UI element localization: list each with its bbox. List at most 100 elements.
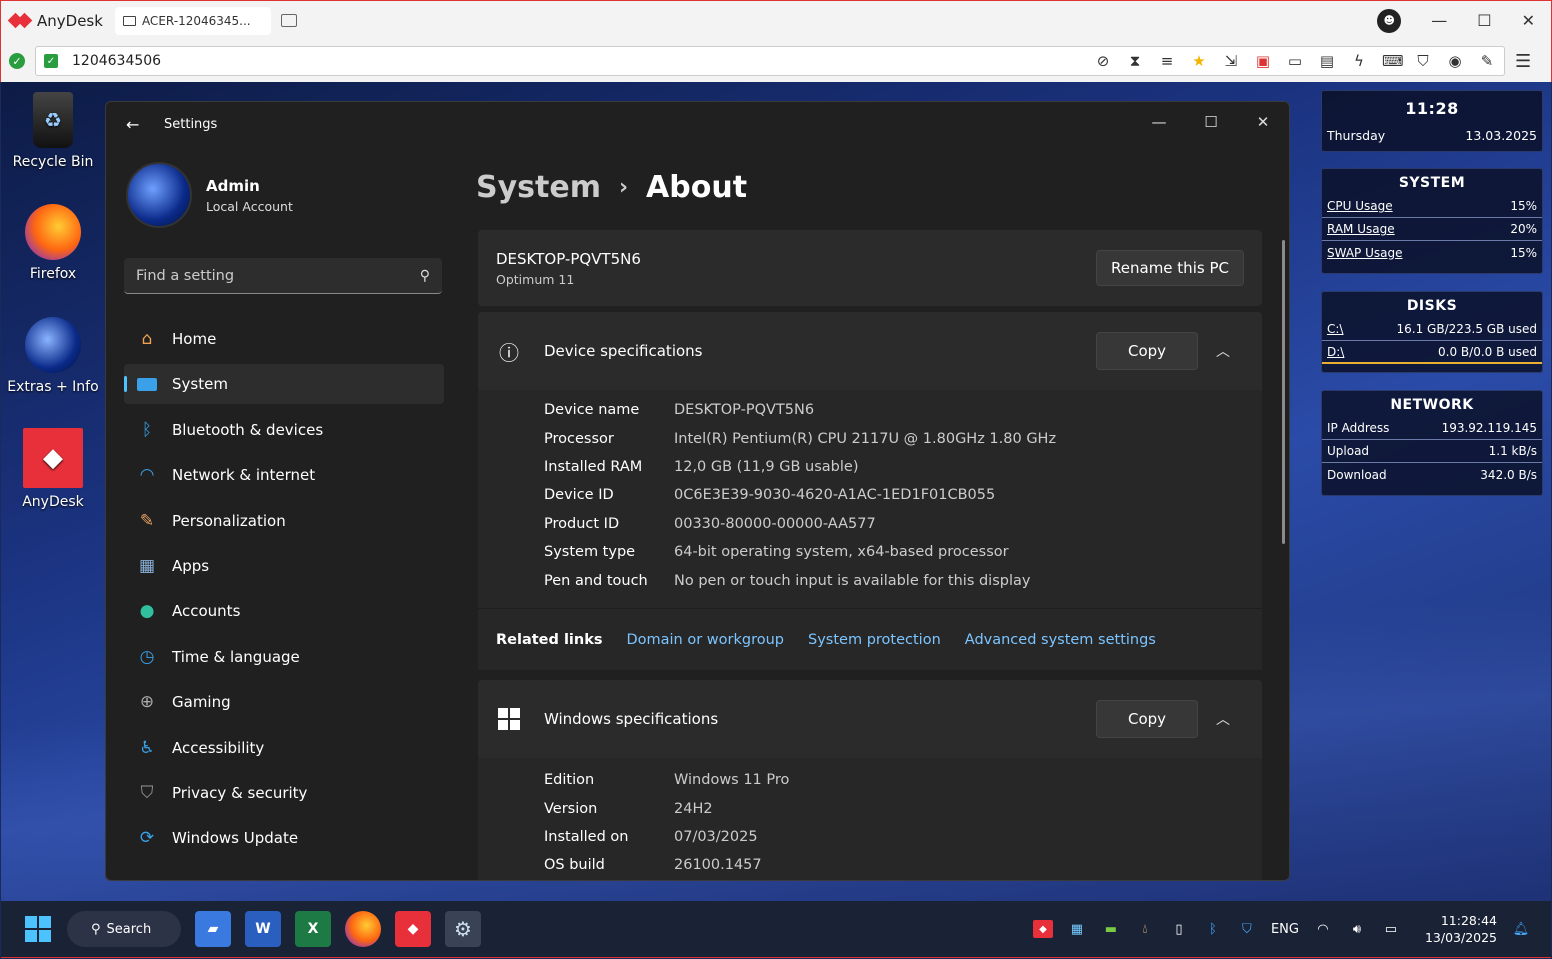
user-profile[interactable]: Admin Local Account: [126, 162, 444, 228]
windows-orb-icon: [25, 317, 81, 373]
sidebar-item-time-language[interactable]: ◷ Time & language: [124, 637, 444, 677]
breadcrumb-parent[interactable]: System: [476, 170, 601, 205]
star-icon[interactable]: ★: [1190, 52, 1208, 70]
sidebar-item-accounts[interactable]: ● Accounts: [124, 591, 444, 631]
sidebar-item-label: Windows Update: [172, 829, 299, 848]
sidebar-item-gaming[interactable]: ⊕ Gaming: [124, 682, 444, 722]
sidebar-item-label: System: [172, 375, 228, 394]
record-icon[interactable]: ◉: [1446, 52, 1464, 70]
address-bar[interactable]: ✓ 1204634506 ⊘ ⧗ ≡ ★ ⇲ ▣ ▭ ▤ ϟ ⌨ ⛉ ◉ ✎: [35, 46, 1505, 76]
taskbar-search[interactable]: ⚲ Search: [67, 911, 181, 947]
device-specs-header[interactable]: ⓘ Device specifications Copy ︿: [478, 312, 1262, 390]
excel-icon[interactable]: X: [295, 911, 331, 947]
sidebar-item-bluetooth[interactable]: ᛒ Bluetooth & devices: [124, 410, 444, 450]
search-icon[interactable]: ⚲: [420, 268, 430, 284]
related-links: Related links Domain or workgroup System…: [478, 608, 1262, 670]
pen-icon[interactable]: ✎: [1478, 52, 1496, 70]
widget-row-value: 15%: [1510, 245, 1537, 260]
rename-pc-button[interactable]: Rename this PC: [1096, 250, 1244, 286]
desktop-icon-firefox[interactable]: Firefox: [3, 204, 103, 282]
nvidia-tray-icon[interactable]: ▬: [1101, 920, 1121, 938]
widget-row: SWAP Usage 15%: [1322, 241, 1542, 264]
session-tab[interactable]: ACER-12046345...: [114, 6, 271, 35]
widget-row: CPU Usage 15%: [1322, 195, 1542, 218]
firefox-icon[interactable]: [345, 911, 381, 947]
spec-label: Installed on: [544, 828, 629, 845]
system-widget: SYSTEM CPU Usage 15% RAM Usage 20% SWAP Us…: [1321, 168, 1543, 274]
copy-device-specs-button[interactable]: Copy: [1096, 332, 1198, 370]
desktop-icon-extras-info[interactable]: Extras + Info: [3, 317, 103, 395]
spec-row: OS build 26100.1457: [544, 851, 1262, 879]
taskbar-clock[interactable]: 11:28:44 13/03/2025: [1425, 912, 1497, 946]
start-button[interactable]: [25, 916, 51, 942]
battery-icon[interactable]: ▭: [1381, 920, 1401, 938]
lightning-icon[interactable]: ϟ: [1350, 52, 1368, 70]
desktop-icon-label: AnyDesk: [22, 494, 84, 510]
droplet-tray-icon[interactable]: 💧︎: [1135, 920, 1155, 938]
hourglass-icon[interactable]: ⧗: [1126, 52, 1144, 70]
chat-icon[interactable]: ▤: [1318, 52, 1336, 70]
sidebar-item-privacy[interactable]: ⛉ Privacy & security: [124, 773, 444, 813]
database-icon[interactable]: ≡: [1158, 52, 1176, 70]
taskbar: ⚲ Search ▰ W X ◆ ⚙ ◆ ▦ ▬ 💧︎ ▯ ᛒ ⛉ ENG ◠ …: [1, 901, 1551, 958]
file-transfer-icon[interactable]: ⇲: [1222, 52, 1240, 70]
settings-maximize-button[interactable]: ☐: [1185, 102, 1237, 142]
desktop-icon-label: Firefox: [29, 266, 77, 282]
keyboard-icon[interactable]: ⌨: [1382, 52, 1404, 70]
settings-sidebar: Admin Local Account Find a setting ⚲ ⌂ Ho…: [124, 162, 444, 864]
minimize-button[interactable]: —: [1431, 11, 1447, 30]
eye-off-icon[interactable]: ⊘: [1094, 52, 1112, 70]
sidebar-item-personalization[interactable]: ✎ Personalization: [124, 501, 444, 541]
settings-content: System › About DESKTOP-PQVT5N6 Optimum 1…: [476, 162, 1262, 880]
system-protection-link[interactable]: System protection: [808, 632, 941, 648]
spec-row: Edition Windows 11 Pro: [544, 766, 1262, 794]
hamburger-menu-icon[interactable]: ☰: [1515, 51, 1531, 72]
advanced-system-settings-link[interactable]: Advanced system settings: [965, 632, 1156, 648]
language-indicator[interactable]: ENG: [1271, 922, 1299, 937]
settings-close-button[interactable]: ✕: [1237, 102, 1289, 142]
widget-row-value: 20%: [1510, 222, 1537, 236]
pc-name: DESKTOP-PQVT5N6: [496, 249, 641, 268]
chevron-up-icon[interactable]: ︿: [1202, 709, 1244, 729]
usb-drive-tray-icon[interactable]: ▯: [1169, 920, 1189, 938]
domain-workgroup-link[interactable]: Domain or workgroup: [626, 632, 784, 648]
desktop-icon-anydesk[interactable]: ◆ AnyDesk: [3, 428, 103, 510]
spec-value: 07/03/2025: [674, 828, 758, 845]
chevron-up-icon[interactable]: ︿: [1202, 341, 1244, 361]
content-scrollbar[interactable]: [1282, 240, 1285, 544]
anydesk-icon[interactable]: ◆: [395, 911, 431, 947]
wifi-icon[interactable]: ◠: [1313, 920, 1333, 938]
shield-icon[interactable]: ⛉: [1414, 52, 1432, 70]
volume-icon[interactable]: 🔊︎: [1347, 920, 1367, 938]
back-arrow-icon[interactable]: ←: [126, 115, 146, 134]
desktop-icon-recycle-bin[interactable]: ♻ Recycle Bin: [3, 92, 103, 170]
anydesk-tray-icon[interactable]: ◆: [1032, 920, 1053, 938]
monitor-icon[interactable]: ▭: [1286, 52, 1304, 70]
maximize-button[interactable]: ☐: [1477, 11, 1491, 30]
close-button[interactable]: ✕: [1522, 11, 1535, 30]
network-monitor-tray-icon[interactable]: ▦: [1067, 920, 1087, 938]
device-specs-title: Device specifications: [544, 342, 703, 360]
bluetooth-tray-icon[interactable]: ᛒ: [1203, 920, 1223, 938]
page-title: About: [646, 169, 748, 205]
widget-row-label: RAM Usage: [1327, 222, 1395, 236]
notification-bell-icon[interactable]: 🔔︎: [1511, 920, 1531, 938]
settings-minimize-button[interactable]: —: [1133, 102, 1185, 142]
sidebar-item-accessibility[interactable]: ♿ Accessibility: [124, 728, 444, 768]
disks-widget: DISKS C:\ 16.1 GB/223.5 GB used D:\ 0.0 B/…: [1321, 291, 1543, 373]
display-icon[interactable]: ▣: [1254, 52, 1272, 70]
windows-specs-header[interactable]: Windows specifications Copy ︿: [478, 680, 1262, 758]
sidebar-item-apps[interactable]: ▦ Apps: [124, 546, 444, 586]
settings-search-input[interactable]: Find a setting ⚲: [124, 258, 442, 294]
defender-tray-icon[interactable]: ⛉: [1237, 920, 1257, 938]
copy-windows-specs-button[interactable]: Copy: [1096, 700, 1198, 738]
word-icon[interactable]: W: [245, 911, 281, 947]
user-account-icon[interactable]: ☻: [1377, 8, 1402, 33]
sidebar-item-home[interactable]: ⌂ Home: [124, 319, 444, 359]
new-session-icon[interactable]: [280, 14, 297, 27]
sidebar-item-system[interactable]: System: [124, 364, 444, 405]
sidebar-item-network[interactable]: ◠ Network & internet: [124, 455, 444, 495]
sidebar-item-windows-update[interactable]: ⟳ Windows Update: [124, 818, 444, 858]
settings-gear-icon[interactable]: ⚙: [445, 911, 481, 947]
file-explorer-icon[interactable]: ▰: [195, 911, 231, 947]
